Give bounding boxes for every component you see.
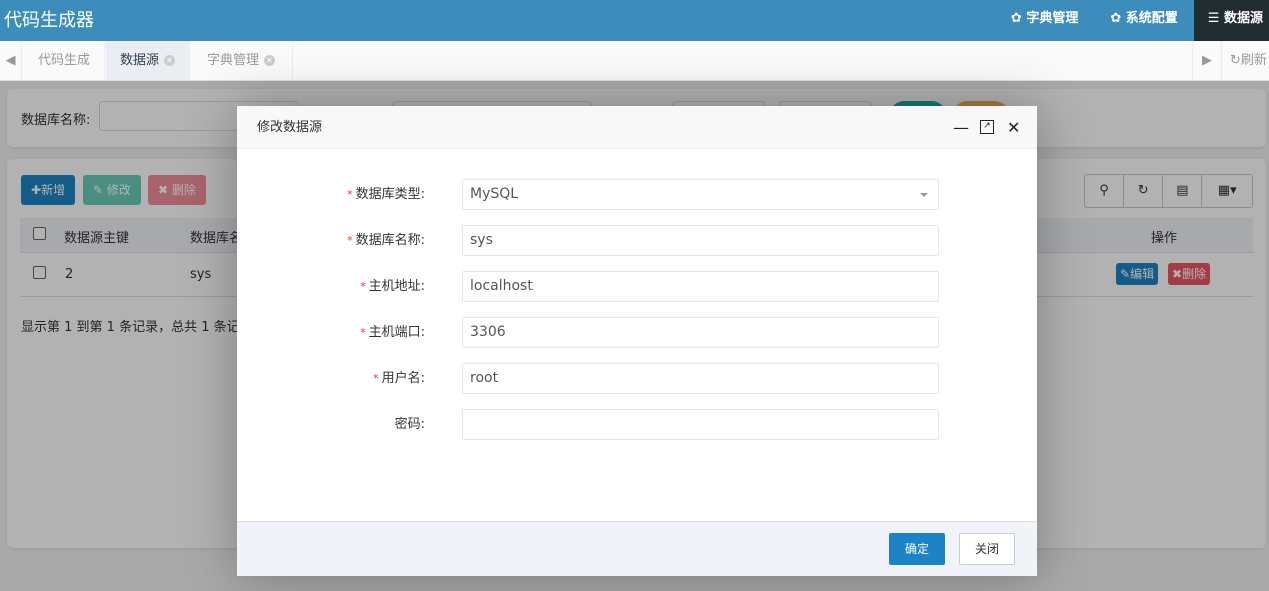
password-field[interactable] [462, 409, 939, 440]
confirm-button[interactable]: 确定 [889, 533, 945, 565]
field-port: * 主机端口: 3306 [237, 317, 1037, 348]
close-tab-icon[interactable]: ✕ [164, 55, 176, 66]
field-username: * 用户名: root [237, 363, 1037, 394]
nav-datasource[interactable]: ☰ 数据源 [1193, 0, 1269, 41]
app-title: 代码生成器 [4, 10, 94, 31]
port-field[interactable]: 3306 [462, 317, 939, 348]
scroll-left-button[interactable]: ◀ [0, 41, 22, 80]
field-db-name: * 数据库名称: sys [237, 225, 1037, 256]
modal-title: 修改数据源 [257, 120, 323, 135]
top-nav: ✿ 字典管理 ✿ 系统配置 ☰ 数据源 [995, 0, 1269, 41]
field-password: 密码: [237, 409, 1037, 440]
field-host: * 主机地址: localhost [237, 271, 1037, 302]
modal-footer: 确定 关闭 [237, 521, 1037, 576]
top-header: 代码生成器 ✿ 字典管理 ✿ 系统配置 ☰ 数据源 [0, 0, 1269, 41]
refresh-icon: ↻ [1230, 53, 1241, 68]
close-icon[interactable]: ✕ [1007, 119, 1020, 137]
gear-icon: ✿ [1110, 11, 1126, 26]
close-button[interactable]: 关闭 [959, 533, 1015, 565]
nav-config[interactable]: ✿ 系统配置 [1094, 0, 1193, 41]
database-icon: ☰ [1207, 11, 1224, 26]
tab-codegen[interactable]: 代码生成 [24, 41, 106, 80]
maximize-icon[interactable]: ↗ [980, 120, 994, 134]
db-name-field[interactable]: sys [462, 225, 939, 256]
tab-bar: ◀ 代码生成 数据源 ✕ 字典管理 ✕ ▶ ↻刷新 [0, 41, 1269, 81]
scroll-right-button[interactable]: ▶ [1192, 41, 1221, 80]
refresh-button[interactable]: ↻刷新 [1221, 41, 1269, 80]
close-tab-icon[interactable]: ✕ [264, 55, 276, 66]
username-field[interactable]: root [462, 363, 939, 394]
minimize-icon[interactable]: — [953, 119, 969, 137]
edit-datasource-modal: 修改数据源 — ↗ ✕ * 数据库类型: MySQL * 数据库名称: sys * 主机地… [237, 106, 1037, 576]
nav-dict[interactable]: ✿ 字典管理 [995, 0, 1094, 41]
tab-dict[interactable]: 字典管理 ✕ [193, 41, 293, 80]
gear-icon: ✿ [1010, 11, 1027, 26]
host-field[interactable]: localhost [462, 271, 939, 302]
db-type-select[interactable]: MySQL [462, 179, 939, 210]
tab-datasource[interactable]: 数据源 ✕ [106, 41, 191, 80]
field-db-type: * 数据库类型: MySQL [237, 179, 1037, 210]
modal-header: 修改数据源 [237, 106, 1037, 149]
chevron-down-icon [920, 193, 928, 197]
